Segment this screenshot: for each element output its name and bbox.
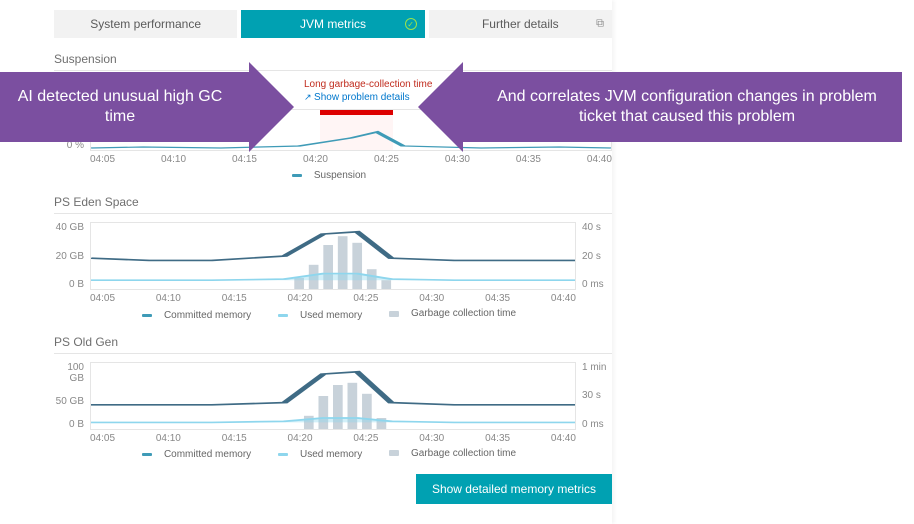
callout-text: AI detected unusual high GC time	[12, 87, 228, 127]
tab-jvm-metrics[interactable]: JVM metrics ✓	[241, 10, 424, 38]
x-tick: 04:10	[156, 293, 181, 304]
x-tick: 04:05	[90, 293, 115, 304]
y-axis-left: 40 GB 20 GB 0 B	[54, 222, 88, 290]
tab-label: System performance	[90, 17, 201, 31]
x-tick: 04:40	[551, 433, 576, 444]
section-title-oldgen: PS Old Gen	[54, 335, 612, 349]
callout-right: And correlates JVM configuration changes…	[462, 72, 902, 142]
x-tick: 04:25	[374, 154, 399, 165]
legend-label: Used memory	[300, 310, 362, 321]
plot-area	[90, 222, 576, 290]
button-label: Show detailed memory metrics	[432, 482, 596, 496]
divider	[54, 213, 612, 214]
x-tick: 04:20	[288, 293, 313, 304]
callout-text: And correlates JVM configuration changes…	[484, 87, 890, 127]
y-tick: 0 B	[54, 419, 84, 430]
x-tick: 04:15	[222, 433, 247, 444]
line-icon	[142, 314, 152, 317]
x-tick: 04:25	[353, 293, 378, 304]
button-row: Show detailed memory metrics	[54, 474, 612, 504]
x-tick: 04:30	[445, 154, 470, 165]
x-tick: 04:35	[516, 154, 541, 165]
legend-label: Garbage collection time	[411, 308, 516, 319]
check-icon: ✓	[405, 18, 417, 30]
legend-label: Garbage collection time	[411, 448, 516, 459]
gc-warning: Long garbage-collection time Show proble…	[304, 79, 432, 103]
y-tick: 50 GB	[54, 396, 84, 407]
legend-label: Committed memory	[164, 310, 251, 321]
memory-lines	[91, 363, 575, 429]
y-tick: 0 ms	[582, 279, 612, 290]
legend-label: Committed memory	[164, 449, 251, 460]
x-tick: 04:35	[485, 433, 510, 444]
x-tick: 04:35	[485, 293, 510, 304]
legend-label: Suspension	[314, 170, 366, 181]
section-title-eden: PS Eden Space	[54, 195, 612, 209]
tab-bar: System performance JVM metrics ✓ Further…	[54, 10, 612, 38]
x-axis: 04:05 04:10 04:15 04:20 04:25 04:30 04:3…	[90, 293, 576, 304]
x-axis: 04:05 04:10 04:15 04:20 04:25 04:30 04:3…	[90, 433, 576, 444]
x-tick: 04:20	[288, 433, 313, 444]
tab-further-details[interactable]: Further details ⧉	[429, 10, 612, 38]
y-tick: 30 s	[582, 390, 612, 401]
bar-icon	[389, 450, 399, 456]
y-axis-right: 1 min 30 s 0 ms	[578, 362, 612, 430]
x-axis: 04:05 04:10 04:15 04:20 04:25 04:30 04:3…	[90, 154, 612, 165]
y-tick: 20 s	[582, 251, 612, 262]
y-tick: 100 GB	[54, 362, 84, 384]
legend-label: Used memory	[300, 449, 362, 460]
x-tick: 04:15	[222, 293, 247, 304]
x-tick: 04:20	[303, 154, 328, 165]
x-tick: 04:30	[419, 433, 444, 444]
memory-lines	[91, 223, 575, 289]
x-tick: 04:05	[90, 154, 115, 165]
x-tick: 04:25	[353, 433, 378, 444]
divider	[54, 353, 612, 354]
show-detailed-memory-metrics-button[interactable]: Show detailed memory metrics	[416, 474, 612, 504]
y-tick: 40 s	[582, 222, 612, 233]
show-problem-details-link[interactable]: Show problem details	[304, 92, 432, 103]
y-tick: 20 GB	[54, 251, 84, 262]
x-tick: 04:40	[587, 154, 612, 165]
legend-oldgen: Committed memory Used memory Garbage col…	[54, 448, 612, 461]
y-tick: 40 GB	[54, 222, 84, 233]
x-tick: 04:05	[90, 433, 115, 444]
section-title-suspension: Suspension	[54, 52, 612, 66]
x-tick: 04:15	[232, 154, 257, 165]
x-tick: 04:10	[156, 433, 181, 444]
tab-label: JVM metrics	[300, 17, 366, 31]
plot-area	[90, 362, 576, 430]
tab-label: Further details	[482, 17, 559, 31]
legend-eden: Committed memory Used memory Garbage col…	[54, 308, 612, 321]
x-tick: 04:30	[419, 293, 444, 304]
line-icon	[278, 314, 288, 317]
line-icon	[278, 453, 288, 456]
external-link-icon: ⧉	[596, 18, 604, 31]
bar-icon	[389, 311, 399, 317]
callout-left: AI detected unusual high GC time	[0, 72, 250, 142]
line-icon	[292, 174, 302, 177]
legend-suspension: Suspension	[54, 169, 612, 181]
y-axis-left: 100 GB 50 GB 0 B	[54, 362, 88, 430]
y-tick: 0 ms	[582, 419, 612, 430]
x-tick: 04:10	[161, 154, 186, 165]
x-tick: 04:40	[551, 293, 576, 304]
line-icon	[142, 453, 152, 456]
chart-eden: 40 GB 20 GB 0 B 40 s 20 s 0 ms	[54, 222, 612, 304]
y-axis-right: 40 s 20 s 0 ms	[578, 222, 612, 290]
y-tick: 0 B	[54, 279, 84, 290]
divider	[54, 70, 612, 71]
tab-system-performance[interactable]: System performance	[54, 10, 237, 38]
gc-warning-title: Long garbage-collection time	[304, 79, 432, 90]
y-tick: 1 min	[582, 362, 612, 373]
chart-oldgen: 100 GB 50 GB 0 B 1 min 30 s 0 ms 0	[54, 362, 612, 444]
